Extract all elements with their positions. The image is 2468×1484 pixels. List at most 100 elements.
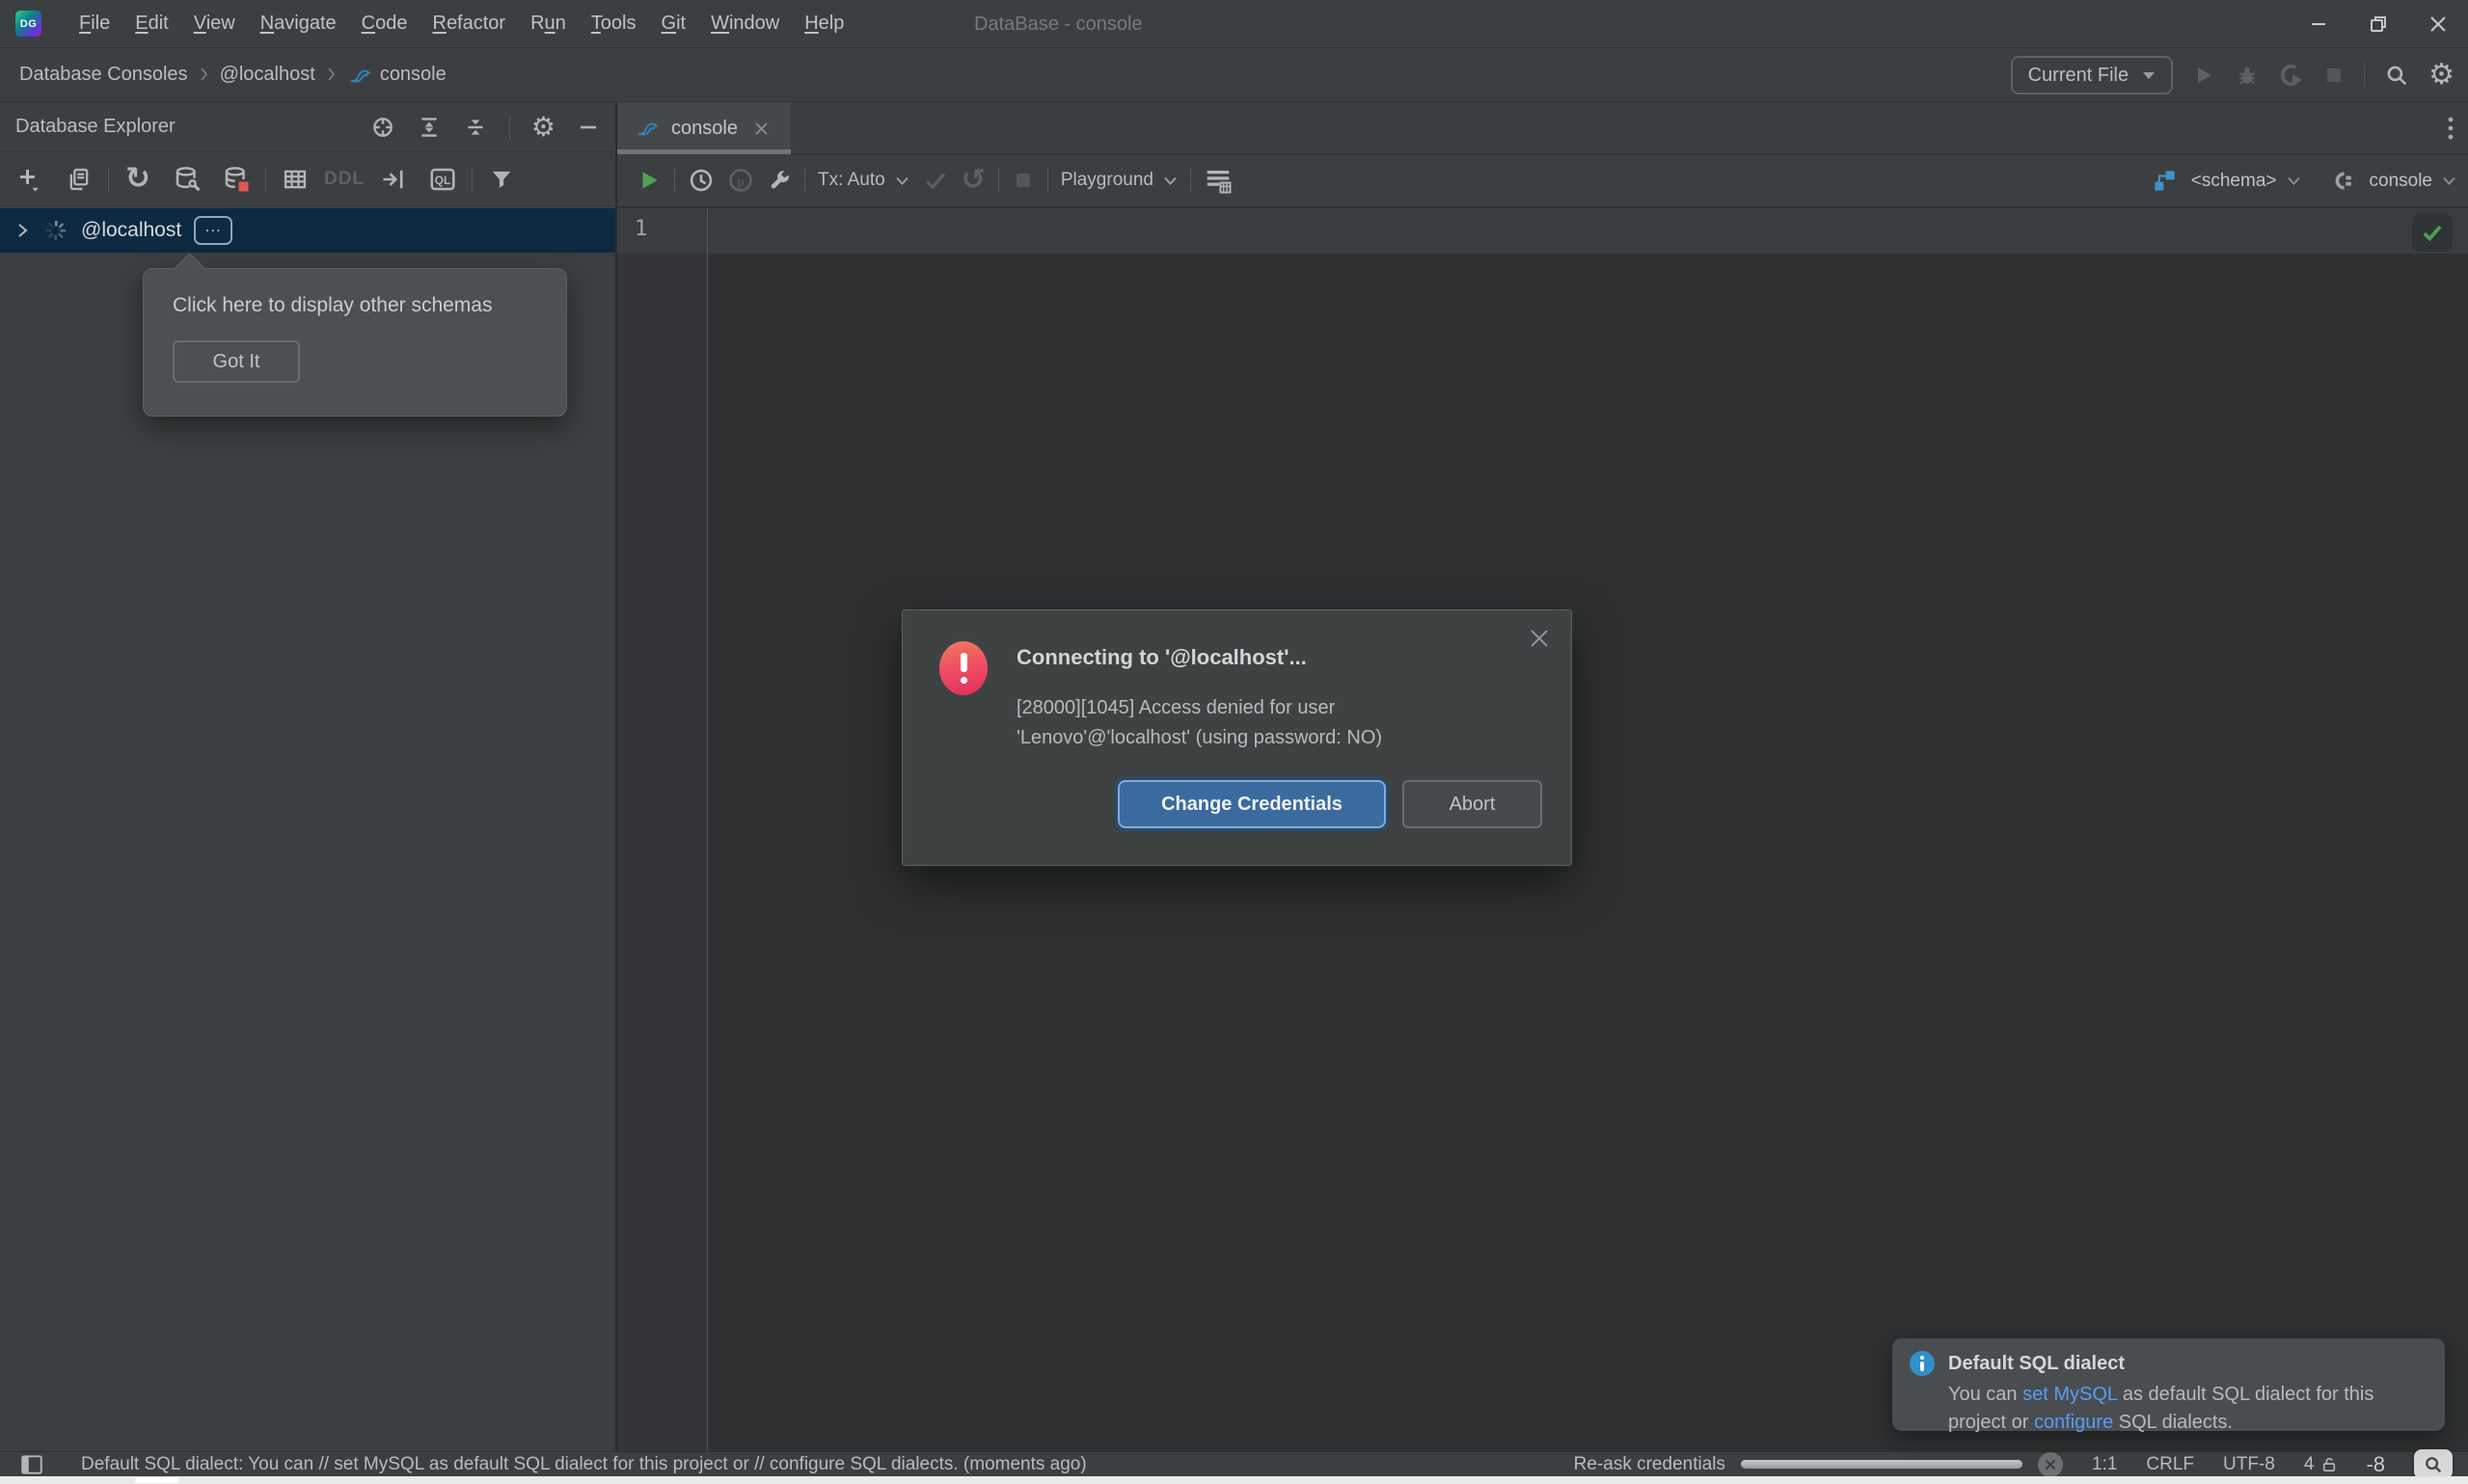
inspections-ok-icon[interactable] xyxy=(2412,213,2453,252)
run-config-label: Current File xyxy=(2028,65,2129,87)
caret-line-highlight xyxy=(617,208,2468,254)
encoding-widget[interactable]: UTF-8 xyxy=(2223,1454,2275,1475)
taskbar-edge xyxy=(0,1476,2468,1484)
console-settings-wrench-icon[interactable] xyxy=(767,168,792,193)
filter-icon[interactable] xyxy=(481,160,522,199)
menu-item-code[interactable]: Code xyxy=(349,13,420,35)
breadcrumb-console[interactable]: console xyxy=(380,64,447,86)
datasource-properties-icon[interactable] xyxy=(167,160,207,199)
toolbar-separator xyxy=(1047,168,1048,193)
playground-mode-selector[interactable]: Playground xyxy=(1061,170,1178,191)
cancel-progress-icon[interactable] xyxy=(2038,1452,2063,1477)
menu-bar: File Edit View Navigate Code Refactor Ru… xyxy=(67,13,856,35)
menu-item-file[interactable]: File xyxy=(67,13,122,35)
minimize-icon[interactable] xyxy=(2289,0,2348,48)
commit-check-icon xyxy=(922,167,949,194)
caret-position-widget[interactable]: 1:1 xyxy=(2092,1454,2117,1475)
abort-button[interactable]: Abort xyxy=(1402,780,1542,828)
run-config-selector[interactable]: Current File xyxy=(2011,56,2173,94)
sql-dialect-notification: Default SQL dialect You can set MySQL as… xyxy=(1892,1338,2445,1431)
set-mysql-link[interactable]: set MySQL xyxy=(2022,1384,2117,1405)
tab-close-icon[interactable] xyxy=(753,121,770,137)
schema-icon xyxy=(2152,168,2178,194)
tree-node-label[interactable]: @localhost xyxy=(81,219,181,242)
explorer-toolbar: ↻ DDL QL xyxy=(0,152,615,206)
window-title: DataBase - console xyxy=(974,0,1143,48)
status-event-message[interactable]: Default SQL dialect: You can // set MySQ… xyxy=(81,1454,1087,1475)
stop-icon xyxy=(2323,65,2345,86)
toolwindow-toggle-icon[interactable] xyxy=(19,1453,44,1476)
title-bar: DG File Edit View Navigate Code Refactor… xyxy=(0,0,2468,48)
info-icon xyxy=(1910,1351,1935,1376)
panel-options-gear-icon[interactable]: ⚙ xyxy=(531,114,556,141)
indent-widget[interactable]: 4 xyxy=(2304,1454,2338,1475)
tooltip-text: Click here to display other schemas xyxy=(144,269,566,317)
locate-icon[interactable] xyxy=(370,115,395,140)
taskbar-notch xyxy=(135,1477,179,1483)
toolbar-separator xyxy=(674,168,675,193)
notification-title: Default SQL dialect xyxy=(1948,1353,2125,1375)
add-datasource-icon[interactable] xyxy=(10,160,50,199)
menu-item-refactor[interactable]: Refactor xyxy=(420,13,518,35)
output-layout-icon[interactable] xyxy=(1204,166,1233,195)
menu-item-run[interactable]: Run xyxy=(518,13,579,35)
menu-item-view[interactable]: View xyxy=(181,13,248,35)
session-selector[interactable]: console xyxy=(2370,171,2457,192)
debug-bug-icon xyxy=(2235,63,2260,88)
chevron-down-icon xyxy=(1163,175,1178,186)
line-number: 1 xyxy=(635,217,647,241)
menu-item-tools[interactable]: Tools xyxy=(579,13,649,35)
history-clock-icon[interactable] xyxy=(688,167,715,194)
overlay-fragment-text: -8 xyxy=(2366,1452,2385,1477)
menu-item-edit[interactable]: Edit xyxy=(122,13,180,35)
maximize-icon[interactable] xyxy=(2348,0,2408,48)
change-credentials-button[interactable]: Change Credentials xyxy=(1118,780,1386,828)
configure-link[interactable]: configure xyxy=(2034,1412,2113,1433)
gutter-border xyxy=(707,208,708,1451)
navigation-bar: Database Consoles @localhost console Cur… xyxy=(0,48,2468,102)
progress-label: Re-ask credentials xyxy=(1574,1454,1725,1475)
schema-selector[interactable]: <schema> xyxy=(2191,171,2301,192)
chevron-right-icon xyxy=(325,66,338,85)
menu-item-navigate[interactable]: Navigate xyxy=(248,13,349,35)
dialog-title: Connecting to '@localhost'... xyxy=(1017,645,1382,670)
line-separator-widget[interactable]: CRLF xyxy=(2146,1454,2194,1475)
dialog-close-icon[interactable] xyxy=(1529,628,1550,649)
close-icon[interactable] xyxy=(2408,0,2468,48)
toolbar-separator xyxy=(472,167,473,192)
search-icon[interactable] xyxy=(2384,63,2409,88)
schemas-hint-tooltip: Click here to display other schemas Got … xyxy=(143,268,567,417)
menu-item-git[interactable]: Git xyxy=(649,13,699,35)
hide-panel-icon[interactable] xyxy=(577,116,600,139)
chevron-down-icon xyxy=(895,175,909,186)
magnifier-overlay-icon xyxy=(2414,1449,2453,1479)
progress-bar xyxy=(1741,1460,2022,1469)
panel-title: Database Explorer xyxy=(0,116,176,138)
tx-mode-selector[interactable]: Tx: Auto xyxy=(818,170,909,191)
tree-row-localhost[interactable]: @localhost ... xyxy=(0,208,615,253)
status-bar: Default SQL dialect: You can // set MySQ… xyxy=(0,1451,2468,1476)
tab-options-icon[interactable] xyxy=(2447,115,2454,142)
menu-item-help[interactable]: Help xyxy=(792,13,856,35)
expand-all-icon[interactable] xyxy=(417,115,442,140)
breadcrumb-localhost[interactable]: @localhost xyxy=(220,64,315,86)
duplicate-icon[interactable] xyxy=(59,160,99,199)
dialog-message: [28000][1045] Access denied for user 'Le… xyxy=(1017,693,1382,753)
breadcrumb-database-consoles[interactable]: Database Consoles xyxy=(19,64,188,86)
disconnect-icon[interactable] xyxy=(216,160,257,199)
notification-body: You can set MySQL as default SQL dialect… xyxy=(1948,1381,2430,1437)
refresh-icon[interactable]: ↻ xyxy=(118,160,158,199)
got-it-button[interactable]: Got It xyxy=(173,340,300,383)
execute-icon[interactable] xyxy=(637,168,662,193)
menu-item-window[interactable]: Window xyxy=(698,13,792,35)
toolbar-separator xyxy=(998,168,999,193)
tab-console[interactable]: console xyxy=(617,102,791,154)
readonly-lock-icon[interactable] xyxy=(2321,1456,2337,1472)
jump-to-query-console-icon[interactable]: QL xyxy=(422,160,463,199)
collapse-all-icon[interactable] xyxy=(463,115,488,140)
show-schemas-more-button[interactable]: ... xyxy=(194,216,232,245)
settings-gear-icon[interactable]: ⚙ xyxy=(2428,61,2454,90)
jump-to-editor-icon xyxy=(373,160,414,199)
chevron-right-icon xyxy=(198,66,210,85)
expand-chevron-icon[interactable] xyxy=(14,222,31,239)
